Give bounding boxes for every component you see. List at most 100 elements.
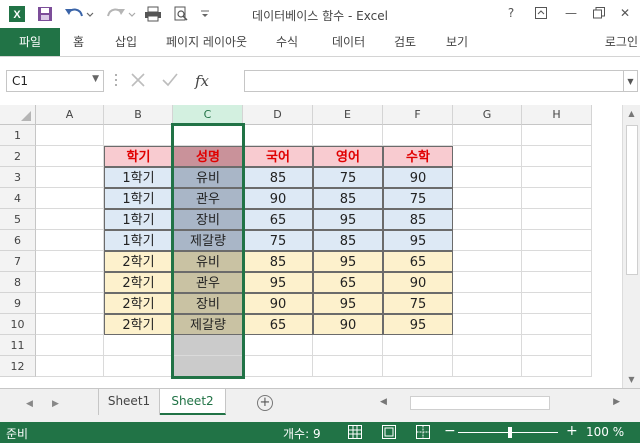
cell-d4[interactable]: 90 [243, 188, 313, 209]
zoom-out-button[interactable]: − [444, 423, 456, 439]
cell-e9[interactable]: 95 [313, 293, 383, 314]
formula-input[interactable] [244, 70, 624, 92]
tab-page-layout[interactable]: 페이지 레이아웃 [166, 28, 247, 56]
cell-h8[interactable] [522, 272, 592, 293]
expand-formula-bar-icon[interactable]: ▼ [624, 70, 638, 92]
cell-d5[interactable]: 65 [243, 209, 313, 230]
cell-d9[interactable]: 90 [243, 293, 313, 314]
help-button[interactable]: ? [500, 3, 522, 23]
tab-file[interactable]: 파일 [0, 28, 60, 56]
horizontal-scroll-thumb[interactable] [410, 396, 550, 410]
row-header-12[interactable]: 12 [0, 356, 36, 377]
cell-a6[interactable] [36, 230, 104, 251]
cell-f7[interactable]: 65 [383, 251, 453, 272]
cell-g4[interactable] [453, 188, 522, 209]
cell-d11[interactable] [243, 335, 313, 356]
cell-e11[interactable] [313, 335, 383, 356]
cell-c9[interactable]: 장비 [173, 293, 243, 314]
cell-b3[interactable]: 1학기 [104, 167, 173, 188]
cell-b7[interactable]: 2학기 [104, 251, 173, 272]
cell-g1[interactable] [453, 125, 522, 146]
column-header-b[interactable]: B [104, 105, 173, 125]
cell-e8[interactable]: 65 [313, 272, 383, 293]
row-header-10[interactable]: 10 [0, 314, 36, 335]
page-break-view-icon[interactable] [416, 425, 430, 439]
cell-d1[interactable] [243, 125, 313, 146]
confirm-entry-icon[interactable] [154, 72, 186, 91]
cell-c8[interactable]: 관우 [173, 272, 243, 293]
cell-c4[interactable]: 관우 [173, 188, 243, 209]
cell-g8[interactable] [453, 272, 522, 293]
cell-d2[interactable]: 국어 [243, 146, 313, 167]
cell-c3[interactable]: 유비 [173, 167, 243, 188]
cell-a4[interactable] [36, 188, 104, 209]
tab-formulas[interactable]: 수식 [276, 28, 298, 56]
cell-f8[interactable]: 90 [383, 272, 453, 293]
cell-b4[interactable]: 1학기 [104, 188, 173, 209]
cell-b11[interactable] [104, 335, 173, 356]
cell-h9[interactable] [522, 293, 592, 314]
next-sheet-icon[interactable]: ▶ [52, 399, 59, 409]
cell-c11[interactable] [173, 335, 243, 356]
cell-c7[interactable]: 유비 [173, 251, 243, 272]
cell-d7[interactable]: 85 [243, 251, 313, 272]
cell-a3[interactable] [36, 167, 104, 188]
row-header-8[interactable]: 8 [0, 272, 36, 293]
cell-h5[interactable] [522, 209, 592, 230]
cell-c1[interactable] [173, 125, 243, 146]
column-header-e[interactable]: E [313, 105, 383, 125]
cell-f11[interactable] [383, 335, 453, 356]
cell-d12[interactable] [243, 356, 313, 377]
row-header-6[interactable]: 6 [0, 230, 36, 251]
cancel-entry-icon[interactable] [122, 72, 154, 91]
cell-g5[interactable] [453, 209, 522, 230]
row-header-4[interactable]: 4 [0, 188, 36, 209]
cell-b2[interactable]: 학기 [104, 146, 173, 167]
cell-c5[interactable]: 장비 [173, 209, 243, 230]
cell-a9[interactable] [36, 293, 104, 314]
cell-h12[interactable] [522, 356, 592, 377]
cell-e7[interactable]: 95 [313, 251, 383, 272]
cell-g9[interactable] [453, 293, 522, 314]
cell-d3[interactable]: 85 [243, 167, 313, 188]
cell-b6[interactable]: 1학기 [104, 230, 173, 251]
cell-g2[interactable] [453, 146, 522, 167]
scroll-right-icon[interactable]: ▶ [613, 397, 620, 407]
cell-h10[interactable] [522, 314, 592, 335]
sheet-tab-sheet1[interactable]: Sheet1 [98, 389, 160, 415]
cell-d6[interactable]: 75 [243, 230, 313, 251]
insert-function-icon[interactable]: fx [186, 72, 218, 90]
tab-review[interactable]: 검토 [394, 28, 416, 56]
cell-a7[interactable] [36, 251, 104, 272]
cell-b8[interactable]: 2학기 [104, 272, 173, 293]
cell-h2[interactable] [522, 146, 592, 167]
row-header-9[interactable]: 9 [0, 293, 36, 314]
add-sheet-icon[interactable]: + [257, 395, 273, 411]
row-header-1[interactable]: 1 [0, 125, 36, 146]
cell-h7[interactable] [522, 251, 592, 272]
cell-h1[interactable] [522, 125, 592, 146]
cell-e10[interactable]: 90 [313, 314, 383, 335]
cell-e2[interactable]: 영어 [313, 146, 383, 167]
cell-a11[interactable] [36, 335, 104, 356]
cell-f5[interactable]: 85 [383, 209, 453, 230]
cell-f12[interactable] [383, 356, 453, 377]
cell-a1[interactable] [36, 125, 104, 146]
cell-f2[interactable]: 수학 [383, 146, 453, 167]
tab-view[interactable]: 보기 [446, 28, 468, 56]
cell-e1[interactable] [313, 125, 383, 146]
row-header-2[interactable]: 2 [0, 146, 36, 167]
column-header-d[interactable]: D [243, 105, 313, 125]
zoom-in-button[interactable]: + [566, 423, 578, 439]
ribbon-display-options-icon[interactable] [530, 3, 552, 23]
spreadsheet-grid[interactable]: ABCDEFGH 1 2 3 4 5 6 7 8 9 10 11 12 학기 성명 국어 영어 수학 1학기 유비… [0, 105, 622, 388]
sheet-tab-sheet2[interactable]: Sheet2 [160, 389, 226, 415]
row-header-5[interactable]: 5 [0, 209, 36, 230]
cell-g3[interactable] [453, 167, 522, 188]
cell-b10[interactable]: 2학기 [104, 314, 173, 335]
column-header-c[interactable]: C [173, 105, 243, 125]
cell-g12[interactable] [453, 356, 522, 377]
cell-e12[interactable] [313, 356, 383, 377]
cell-e5[interactable]: 95 [313, 209, 383, 230]
cell-g7[interactable] [453, 251, 522, 272]
